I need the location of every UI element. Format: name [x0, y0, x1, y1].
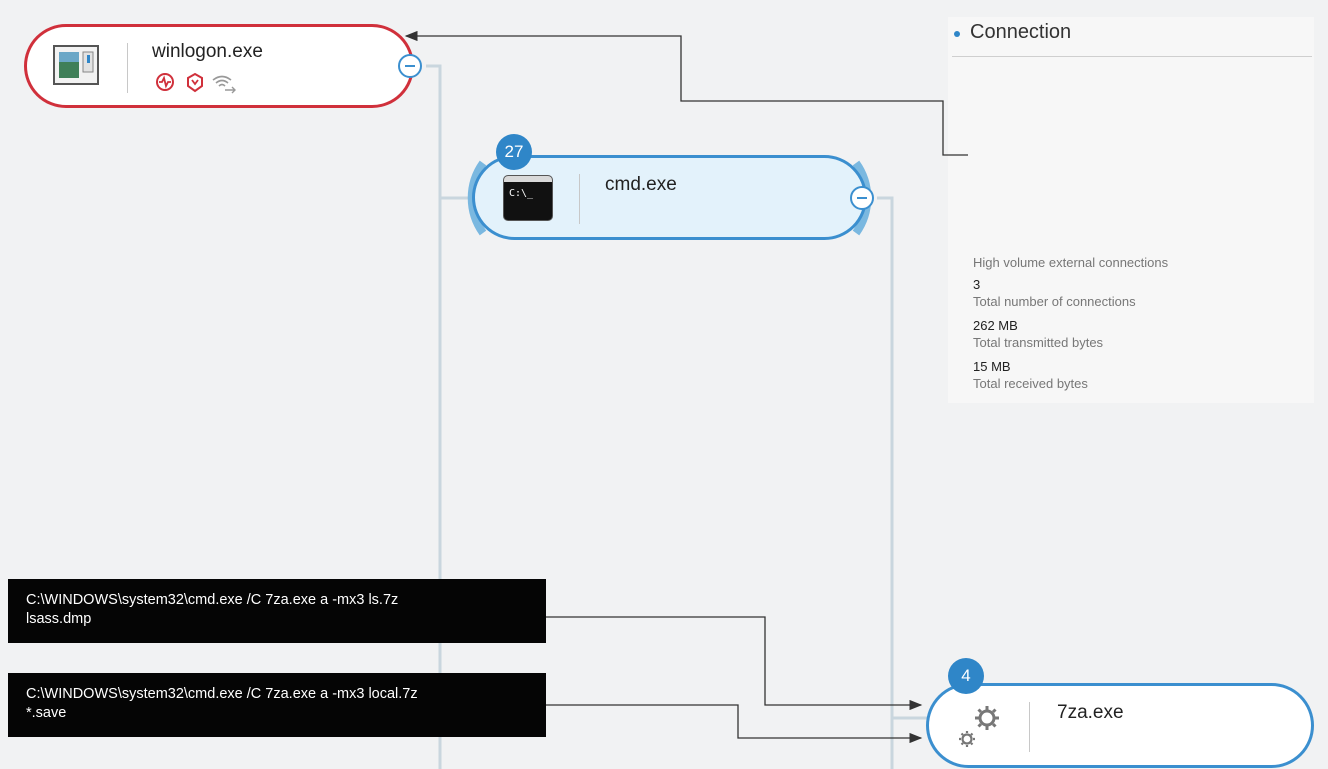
command-line-tooltip-1: C:\WINDOWS\system32\cmd.exe /C 7za.exe a… [8, 579, 546, 643]
panel-divider [952, 56, 1312, 57]
node-divider [127, 43, 128, 93]
tree-line-winlogon [426, 64, 442, 769]
process-name: 7za.exe [1057, 702, 1124, 723]
process-name: cmd.exe [605, 174, 677, 195]
collapse-winlogon-button[interactable] [398, 54, 422, 78]
collapse-cmd-button[interactable] [850, 186, 874, 210]
node-divider [579, 174, 580, 224]
stat-connections-value: 3 [973, 277, 981, 292]
process-node-7za[interactable]: 7za.exe [926, 683, 1314, 768]
status-icon-row [156, 72, 236, 94]
gears-icon [959, 706, 999, 747]
tree-line-cmd [877, 196, 894, 769]
panel-title: Connection [970, 21, 1072, 43]
stat-received-value: 15 MB [973, 359, 1011, 374]
command-text: lsass.dmp [26, 611, 92, 627]
panel-subtitle: High volume external connections [973, 255, 1169, 270]
event-count-badge: 4 [948, 658, 984, 694]
process-node-winlogon[interactable]: winlogon.exe [24, 24, 414, 108]
command-line-tooltip-2: C:\WINDOWS\system32\cmd.exe /C 7za.exe a… [8, 673, 546, 737]
network-icon [212, 75, 236, 94]
stat-received-label: Total received bytes [973, 376, 1088, 391]
connection-panel: Connection High volume external connecti… [948, 17, 1314, 403]
command-text: *.save [26, 705, 67, 721]
window-app-icon [53, 45, 99, 85]
stat-transmitted-label: Total transmitted bytes [973, 335, 1104, 350]
console-icon: C:\_ [503, 175, 553, 221]
command-text: C:\WINDOWS\system32\cmd.exe /C 7za.exe a… [26, 686, 418, 702]
stat-connections-label: Total number of connections [973, 294, 1136, 309]
stat-transmitted-value: 262 MB [973, 318, 1018, 333]
activity-icon [156, 73, 174, 91]
command-text: C:\WINDOWS\system32\cmd.exe /C 7za.exe a… [26, 592, 399, 608]
node-divider [1029, 702, 1030, 752]
event-count-badge: 27 [496, 134, 532, 170]
process-node-cmd[interactable]: C:\_ cmd.exe [472, 155, 867, 240]
bullet-dot [954, 31, 960, 37]
process-name: winlogon.exe [152, 41, 263, 62]
threat-shield-icon [187, 72, 203, 93]
